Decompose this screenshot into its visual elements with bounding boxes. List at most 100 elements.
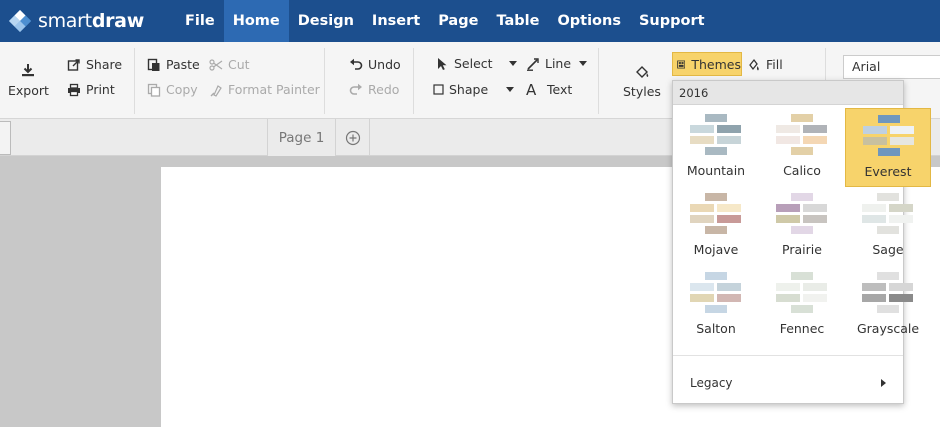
shape-label: Shape [449, 82, 489, 97]
ribbon-divider [324, 48, 325, 114]
theme-swatch [776, 136, 800, 144]
select-tool-button[interactable]: Select [435, 56, 517, 71]
font-family-input[interactable]: Arial [843, 55, 940, 79]
theme-swatch [862, 204, 886, 212]
theme-swatch [705, 272, 727, 280]
fill-drop-icon [749, 58, 759, 70]
theme-fennec[interactable]: Fennec [759, 266, 845, 345]
theme-mountain[interactable]: Mountain [673, 108, 759, 187]
themes-palette-icon [677, 60, 686, 68]
format-painter-button[interactable]: Format Painter [209, 82, 320, 97]
copy-button[interactable]: Copy [147, 82, 198, 97]
theme-swatch [717, 294, 741, 302]
select-label: Select [454, 56, 493, 71]
cut-button[interactable]: Cut [209, 57, 250, 72]
theme-swatch [690, 294, 714, 302]
menu-options[interactable]: Options [548, 0, 630, 42]
line-tool-icon [527, 57, 539, 71]
line-tool-button[interactable]: Line [526, 56, 588, 71]
theme-label: Mountain [686, 163, 746, 178]
undo-icon [350, 58, 363, 70]
line-dropdown-caret-icon[interactable] [579, 61, 588, 66]
printer-icon [68, 83, 80, 96]
print-label: Print [86, 82, 115, 97]
text-tool-button[interactable]: A Text [526, 82, 572, 97]
menu-file[interactable]: File [176, 0, 224, 42]
cursor-arrow-icon [438, 57, 447, 70]
theme-preview-icon [690, 193, 741, 234]
download-icon [22, 64, 35, 77]
fill-button[interactable]: Fill [747, 57, 783, 72]
theme-swatch [690, 283, 714, 291]
styles-button[interactable]: Styles [623, 64, 661, 99]
select-dropdown-caret-icon[interactable] [508, 61, 517, 66]
theme-salton[interactable]: Salton [673, 266, 759, 345]
theme-swatch [791, 193, 813, 201]
redo-button[interactable]: Redo [349, 82, 399, 97]
menu-page[interactable]: Page [429, 0, 487, 42]
copy-icon [147, 83, 161, 97]
themes-dropdown: 2016 Mountain Calico Everest Mojave Prai… [672, 80, 931, 404]
square-icon [433, 84, 444, 95]
export-label: Export [8, 83, 49, 98]
cut-label: Cut [228, 57, 250, 72]
add-page-button[interactable] [336, 119, 370, 156]
theme-sage[interactable]: Sage [845, 187, 931, 266]
theme-swatch [878, 115, 900, 123]
legacy-themes-item[interactable]: Legacy [673, 366, 903, 400]
themes-button[interactable]: Themes [672, 52, 742, 76]
paste-icon [147, 58, 160, 71]
print-button[interactable]: Print [67, 82, 115, 97]
styles-label: Styles [623, 84, 661, 99]
theme-mojave[interactable]: Mojave [673, 187, 759, 266]
theme-swatch [791, 226, 813, 234]
theme-grayscale[interactable]: Grayscale [845, 266, 931, 345]
menu-home[interactable]: Home [223, 0, 289, 42]
menu-design[interactable]: Design [289, 0, 363, 42]
share-button[interactable]: Share [67, 57, 122, 72]
theme-swatch [791, 305, 813, 313]
theme-preview-icon [690, 114, 741, 155]
smartdraw-logo[interactable]: smartdraw [8, 6, 144, 36]
themes-label: Themes [691, 56, 741, 72]
theme-swatch [877, 193, 899, 201]
theme-everest[interactable]: Everest [845, 108, 931, 187]
export-button[interactable]: Export [8, 62, 49, 98]
shape-dropdown-caret-icon[interactable] [506, 87, 515, 92]
menu-insert[interactable]: Insert [363, 0, 429, 42]
theme-swatch [690, 204, 714, 212]
line-label: Line [545, 56, 572, 71]
page-tab-1[interactable]: Page 1 [267, 119, 336, 156]
ribbon-divider [413, 48, 414, 114]
theme-label: Calico [783, 163, 821, 178]
theme-preview-icon [863, 115, 914, 156]
theme-swatch [776, 294, 800, 302]
text-a-icon: A [526, 80, 537, 99]
undo-button[interactable]: Undo [349, 57, 401, 72]
theme-swatch [877, 226, 899, 234]
theme-preview-icon [862, 272, 913, 313]
theme-swatch [705, 226, 727, 234]
main-menu: File Home Design Insert Page Table Optio… [176, 0, 714, 42]
theme-swatch [889, 204, 913, 212]
menu-table[interactable]: Table [487, 0, 548, 42]
theme-swatch [717, 125, 741, 133]
menu-support[interactable]: Support [630, 0, 714, 42]
themes-group-header: 2016 [673, 81, 903, 105]
format-painter-label: Format Painter [228, 82, 320, 97]
shape-tool-button[interactable]: Shape [433, 82, 515, 97]
theme-prairie[interactable]: Prairie [759, 187, 845, 266]
logo-text: smartdraw [38, 10, 144, 32]
redo-label: Redo [368, 82, 400, 97]
paste-button[interactable]: Paste [147, 57, 200, 72]
ribbon-divider [134, 48, 135, 114]
text-label: Text [547, 82, 573, 97]
theme-swatch [690, 136, 714, 144]
panel-toggle-handle[interactable] [0, 121, 11, 155]
theme-calico[interactable]: Calico [759, 108, 845, 187]
share-icon [67, 58, 80, 71]
copy-label: Copy [166, 82, 198, 97]
theme-swatch [803, 294, 827, 302]
scissors-icon [209, 58, 223, 71]
brush-icon [210, 84, 222, 97]
